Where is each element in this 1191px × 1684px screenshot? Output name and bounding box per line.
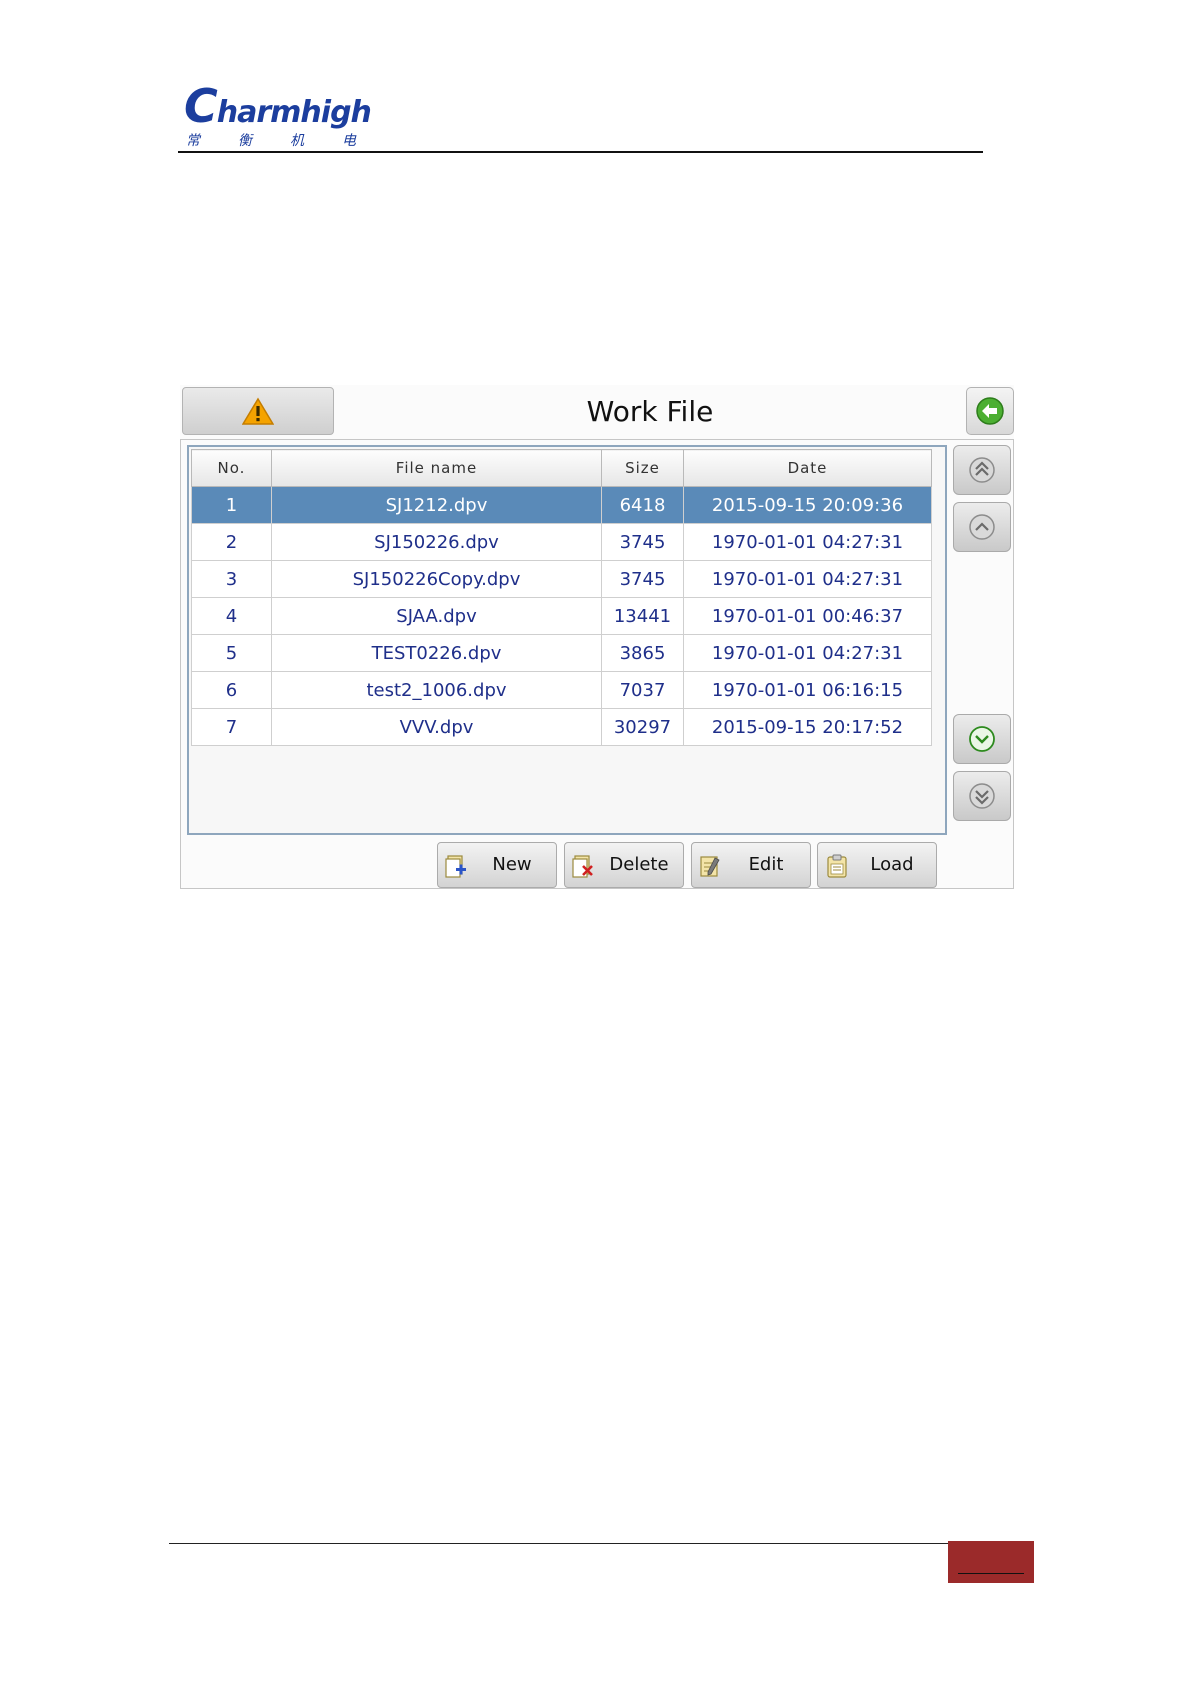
table-row[interactable]: 4 SJAA.dpv 13441 1970-01-01 00:46:37 — [191, 597, 932, 635]
footer-rule — [169, 1543, 949, 1544]
cell-date: 1970-01-01 04:27:31 — [683, 560, 932, 598]
logo-chinese-text: 常 衡 机 电 — [186, 130, 356, 150]
load-button-label: Load — [870, 854, 914, 875]
warning-button[interactable] — [182, 387, 334, 435]
cell-date: 1970-01-01 00:46:37 — [683, 597, 932, 635]
page-up-button[interactable] — [953, 502, 1011, 552]
cell-file-name: VVV.dpv — [271, 708, 602, 746]
table-row[interactable]: 2 SJ150226.dpv 3745 1970-01-01 04:27:31 — [191, 523, 932, 561]
cell-size: 3865 — [601, 634, 684, 672]
column-header-size: Size — [601, 449, 684, 487]
logo-char: 电 — [342, 133, 356, 149]
load-clipboard-icon — [827, 854, 847, 878]
back-arrow-icon — [976, 397, 1004, 425]
cell-no: 6 — [191, 671, 272, 709]
load-button[interactable]: Load — [817, 842, 937, 888]
edit-button[interactable]: Edit — [691, 842, 811, 888]
cell-file-name: SJAA.dpv — [271, 597, 602, 635]
chevron-down-icon — [969, 726, 995, 752]
cell-file-name: SJ150226.dpv — [271, 523, 602, 561]
cell-no: 1 — [191, 486, 272, 524]
work-file-window: Work File No. File name Size Date 1 SJ12… — [180, 385, 1014, 889]
page-down-button[interactable] — [953, 714, 1011, 764]
back-button[interactable] — [966, 387, 1014, 435]
cell-no: 5 — [191, 634, 272, 672]
cell-size: 7037 — [601, 671, 684, 709]
logo-char: 衡 — [238, 133, 252, 149]
cell-size: 3745 — [601, 523, 684, 561]
cell-date: 2015-09-15 20:09:36 — [683, 486, 932, 524]
logo-char: 常 — [186, 133, 200, 149]
table-row[interactable]: 5 TEST0226.dpv 3865 1970-01-01 04:27:31 — [191, 634, 932, 672]
cell-file-name: SJ1212.dpv — [271, 486, 602, 524]
cell-date: 1970-01-01 06:16:15 — [683, 671, 932, 709]
column-header-date: Date — [683, 449, 932, 487]
header-rule — [178, 151, 983, 153]
cell-file-name: test2_1006.dpv — [271, 671, 602, 709]
cell-no: 7 — [191, 708, 272, 746]
double-chevron-down-icon — [969, 783, 995, 809]
page-tab-underline — [958, 1573, 1024, 1574]
column-header-no: No. — [191, 449, 272, 487]
chevron-up-icon — [969, 514, 995, 540]
table-header-row: No. File name Size Date — [191, 449, 932, 487]
new-file-icon — [445, 855, 466, 878]
table-row[interactable]: 3 SJ150226Copy.dpv 3745 1970-01-01 04:27… — [191, 560, 932, 598]
cell-date: 1970-01-01 04:27:31 — [683, 634, 932, 672]
cell-size: 3745 — [601, 560, 684, 598]
table-row[interactable]: 6 test2_1006.dpv 7037 1970-01-01 06:16:1… — [191, 671, 932, 709]
logo-char: 机 — [290, 133, 304, 149]
file-list-frame: No. File name Size Date 1 SJ1212.dpv 641… — [180, 439, 1014, 889]
delete-file-icon — [572, 855, 593, 878]
page-last-button[interactable] — [953, 771, 1011, 821]
cell-no: 4 — [191, 597, 272, 635]
edit-button-label: Edit — [748, 854, 784, 875]
new-button[interactable]: New — [437, 842, 557, 888]
column-header-file-name: File name — [271, 449, 602, 487]
table-row[interactable]: 7 VVV.dpv 30297 2015-09-15 20:17:52 — [191, 708, 932, 746]
table-row[interactable]: 1 SJ1212.dpv 6418 2015-09-15 20:09:36 — [191, 486, 932, 524]
cell-no: 3 — [191, 560, 272, 598]
page-number-tab — [948, 1541, 1034, 1583]
delete-button[interactable]: Delete — [564, 842, 684, 888]
edit-file-icon — [700, 856, 720, 877]
company-logo: Charmhigh 常 衡 机 电 — [184, 82, 374, 150]
double-chevron-up-icon — [969, 457, 995, 483]
cell-date: 2015-09-15 20:17:52 — [683, 708, 932, 746]
cell-file-name: SJ150226Copy.dpv — [271, 560, 602, 598]
window-title: Work File — [586, 395, 714, 428]
cell-size: 6418 — [601, 486, 684, 524]
page-first-button[interactable] — [953, 445, 1011, 495]
file-table-container[interactable]: No. File name Size Date 1 SJ1212.dpv 641… — [187, 445, 947, 835]
title-bar: Work File — [180, 385, 1014, 441]
cell-size: 30297 — [601, 708, 684, 746]
cell-no: 2 — [191, 523, 272, 561]
cell-size: 13441 — [601, 597, 684, 635]
cell-date: 1970-01-01 04:27:31 — [683, 523, 932, 561]
delete-button-label: Delete — [609, 854, 669, 875]
cell-file-name: TEST0226.dpv — [271, 634, 602, 672]
warning-icon — [242, 397, 274, 425]
logo-wordmark: Charmhigh — [184, 79, 372, 133]
new-button-label: New — [492, 854, 532, 875]
file-table: No. File name Size Date 1 SJ1212.dpv 641… — [191, 449, 932, 746]
